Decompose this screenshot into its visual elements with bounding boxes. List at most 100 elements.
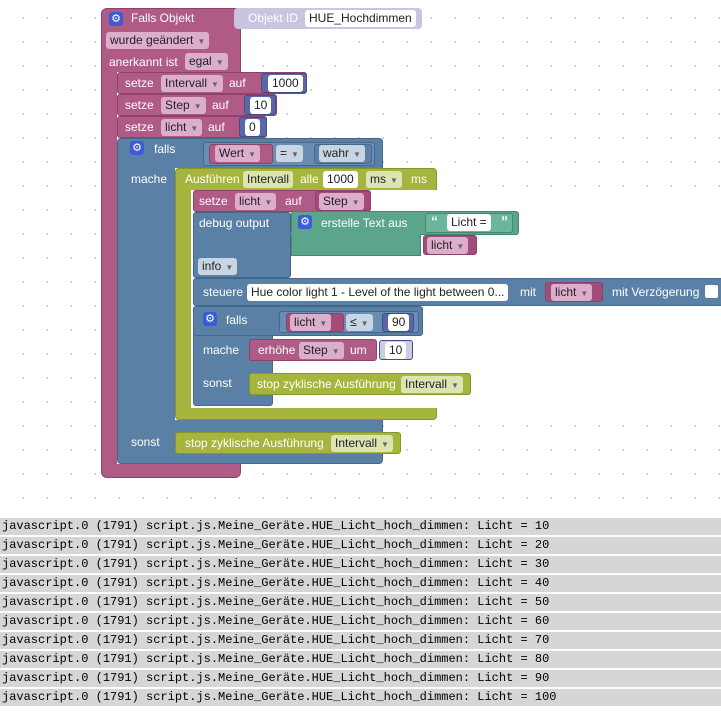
- log-console: javascript.0 (1791) script.js.Meine_Gerä…: [0, 516, 721, 719]
- number-field[interactable]: 10: [250, 97, 272, 114]
- var-dropdown[interactable]: licht ▼: [161, 119, 203, 136]
- anerkannt-label: anerkannt ist: [109, 55, 178, 69]
- chevron-down-icon: ▼: [390, 176, 398, 185]
- wert-dropdown[interactable]: Wert ▼: [215, 145, 261, 162]
- chevron-down-icon: ▼: [211, 80, 219, 89]
- log-line: javascript.0 (1791) script.js.Meine_Gerä…: [0, 689, 721, 706]
- var-label: licht: [239, 194, 261, 208]
- unit-label: ms: [370, 172, 386, 186]
- chevron-down-icon: ▼: [451, 381, 459, 390]
- delay-checkbox[interactable]: [705, 285, 718, 298]
- text-field[interactable]: Licht =: [447, 214, 491, 231]
- log-line: javascript.0 (1791) script.js.Meine_Gerä…: [0, 575, 721, 592]
- var-label: Step: [165, 98, 190, 112]
- stop-label: stop zyklische Ausführung: [257, 377, 396, 391]
- unit-dropdown[interactable]: ms ▼: [366, 171, 402, 188]
- log-line: javascript.0 (1791) script.js.Meine_Gerä…: [0, 556, 721, 573]
- create-text-slot: [291, 234, 421, 256]
- log-line: javascript.0 (1791) script.js.Meine_Gerä…: [0, 594, 721, 611]
- stop-var-dropdown[interactable]: Intervall ▼: [331, 435, 393, 452]
- var-dropdown[interactable]: Step ▼: [161, 97, 206, 114]
- var-dropdown[interactable]: Intervall ▼: [161, 75, 223, 92]
- log-line: javascript.0 (1791) script.js.Meine_Gerä…: [0, 670, 721, 687]
- gear-icon[interactable]: ⚙: [298, 215, 312, 229]
- gear-icon[interactable]: ⚙: [130, 141, 144, 155]
- licht-label: licht: [294, 315, 316, 329]
- chevron-down-icon: ▼: [190, 124, 199, 133]
- egal-label: egal: [189, 54, 212, 68]
- operator-label: ≤: [350, 315, 357, 329]
- wurde-dropdown[interactable]: wurde geändert ▼: [106, 32, 210, 49]
- log-line: javascript.0 (1791) script.js.Meine_Gerä…: [0, 651, 721, 668]
- stop-var-dropdown[interactable]: Intervall ▼: [401, 376, 463, 393]
- var-label: Step: [303, 343, 328, 357]
- ausfuehren-label: Ausführen: [185, 172, 240, 186]
- chevron-down-icon: ▼: [580, 289, 589, 298]
- gear-icon[interactable]: ⚙: [203, 312, 217, 326]
- chevron-down-icon: ▼: [248, 150, 257, 159]
- chevron-down-icon: ▼: [319, 319, 328, 328]
- chevron-down-icon: ▼: [264, 198, 273, 207]
- steuere-label: steuere: [203, 285, 244, 299]
- auf-label: auf: [285, 194, 302, 208]
- setze-label: setze: [125, 76, 154, 90]
- boolean-label: wahr: [323, 146, 350, 160]
- setze-label: setze: [199, 194, 228, 208]
- operator-dropdown[interactable]: ≤ ▼: [346, 314, 373, 331]
- operator-label: =: [280, 146, 288, 160]
- number-field[interactable]: 1000: [268, 75, 303, 92]
- mache-label: mache: [203, 343, 240, 357]
- interval-var-field[interactable]: Intervall: [243, 171, 294, 188]
- number-field[interactable]: 90: [388, 314, 410, 331]
- log-level-label: info: [202, 259, 222, 273]
- log-level-dropdown[interactable]: info ▼: [198, 258, 238, 275]
- chevron-down-icon: ▼: [456, 242, 465, 251]
- erstelle-text-label: erstelle Text aus: [321, 216, 408, 230]
- number-field[interactable]: 10: [385, 342, 407, 359]
- licht-dropdown[interactable]: licht ▼: [551, 284, 593, 301]
- quote-open-icon: “: [431, 213, 438, 229]
- chevron-down-icon: ▼: [197, 37, 206, 46]
- egal-dropdown[interactable]: egal ▼: [185, 53, 228, 70]
- falls-objekt-label: Falls Objekt: [131, 11, 195, 25]
- setze-label: setze: [125, 98, 154, 112]
- verzoegerung-label: mit Verzögerung: [612, 285, 700, 299]
- sonst-label: sonst: [203, 376, 232, 390]
- quote-close-icon: ”: [501, 213, 508, 229]
- device-field[interactable]: Hue color light 1 - Level of the light b…: [247, 284, 509, 301]
- operator-dropdown[interactable]: = ▼: [276, 145, 303, 162]
- var-dropdown[interactable]: licht ▼: [235, 193, 277, 210]
- wert-label: Wert: [219, 146, 245, 160]
- log-line: javascript.0 (1791) script.js.Meine_Gerä…: [0, 613, 721, 630]
- stop-var-label: Intervall: [335, 436, 378, 450]
- chevron-down-icon: ▼: [225, 263, 234, 272]
- licht-dropdown[interactable]: licht ▼: [290, 314, 332, 331]
- setze-label: setze: [125, 120, 154, 134]
- stop-label: stop zyklische Ausführung: [185, 436, 324, 450]
- interval-value-field[interactable]: 1000: [323, 171, 358, 188]
- mache-label: mache: [131, 172, 168, 186]
- gear-icon[interactable]: ⚙: [109, 12, 123, 26]
- auf-label: auf: [208, 120, 225, 134]
- falls-label: falls: [154, 142, 176, 156]
- var-label: licht: [165, 120, 187, 134]
- chevron-down-icon: ▼: [331, 347, 340, 356]
- log-line: javascript.0 (1791) script.js.Meine_Gerä…: [0, 537, 721, 554]
- licht-label: licht: [555, 285, 577, 299]
- licht-dropdown[interactable]: licht ▼: [427, 237, 469, 254]
- stop-var-label: Intervall: [405, 377, 448, 391]
- debug-output-label: debug output: [199, 216, 270, 230]
- var-dropdown[interactable]: Step ▼: [299, 342, 344, 359]
- auf-label: auf: [229, 76, 246, 90]
- number-field[interactable]: 0: [245, 119, 260, 136]
- erhoehe-label: erhöhe: [258, 343, 296, 357]
- ms-label: ms: [411, 172, 427, 186]
- step-var-dropdown[interactable]: Step ▼: [319, 193, 364, 210]
- sonst-label: sonst: [131, 435, 160, 449]
- chevron-down-icon: ▼: [193, 102, 202, 111]
- chevron-down-icon: ▼: [291, 150, 299, 159]
- objekt-id-field[interactable]: HUE_Hochdimmen: [305, 10, 416, 27]
- boolean-dropdown[interactable]: wahr ▼: [319, 145, 365, 162]
- falls-label: falls: [226, 313, 248, 327]
- blockly-workspace[interactable]: ⚙ Falls Objekt Objekt ID HUE_Hochdimmen …: [5, 0, 721, 513]
